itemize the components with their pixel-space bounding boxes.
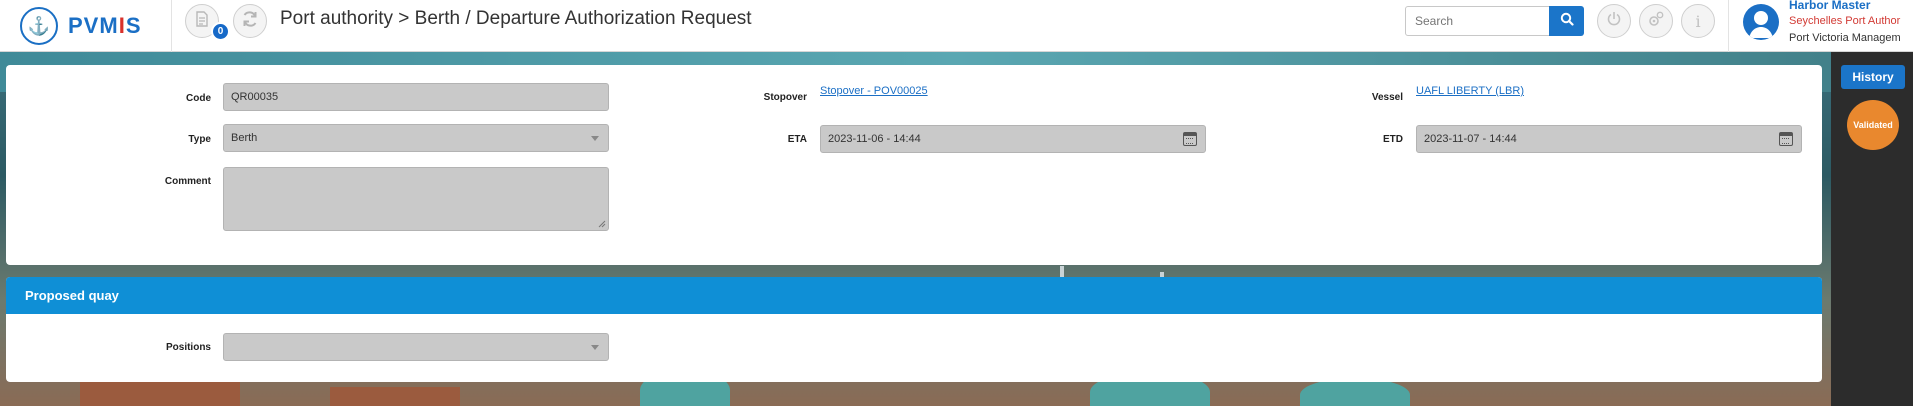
eta-label: ETA [787, 134, 807, 145]
code-label: Code [186, 93, 211, 104]
anchor-icon: ⚓ [20, 7, 58, 45]
stopover-link[interactable]: Stopover - POV00025 [820, 85, 928, 97]
type-label: Type [188, 134, 211, 145]
refresh-button[interactable] [233, 4, 267, 38]
app-name: PVMIS [68, 13, 142, 38]
chevron-down-icon [591, 345, 599, 350]
search-button[interactable] [1549, 6, 1584, 36]
calendar-icon[interactable] [1183, 132, 1197, 146]
proposed-quay-panel: Proposed quay Positions [6, 277, 1822, 382]
vessel-label: Vessel [1371, 92, 1403, 103]
etd-label: ETD [1383, 134, 1403, 145]
eta-value: 2023-11-06 - 14:44 [828, 133, 921, 145]
app-logo[interactable]: ⚓ PVMIS [0, 0, 172, 52]
logout-button[interactable] [1597, 4, 1631, 38]
comment-label: Comment [164, 176, 211, 187]
status-badge: Validated [1847, 100, 1899, 150]
user-organization: Seychelles Port Author [1789, 15, 1901, 27]
code-value: QR00035 [231, 91, 279, 103]
user-menu[interactable]: Harbor Master Seychelles Port Author Por… [1728, 0, 1913, 52]
positions-select[interactable] [223, 333, 609, 361]
page-title: Port authority > Berth / Departure Autho… [280, 8, 752, 29]
etd-datetime-field[interactable]: 2023-11-07 - 14:44 [1416, 125, 1802, 153]
type-value: Berth [231, 132, 258, 144]
power-icon [1606, 11, 1622, 32]
comment-textarea[interactable] [223, 167, 609, 231]
top-bar: ⚓ PVMIS 0 Port authority > Berth / Depar… [0, 0, 1913, 52]
refresh-icon [241, 10, 259, 33]
request-form-panel: Code QR00035 Type Berth Comment Stopover… [6, 65, 1822, 265]
user-unit: Port Victoria Managem [1789, 32, 1901, 44]
etd-value: 2023-11-07 - 14:44 [1424, 133, 1517, 145]
search-icon [1560, 12, 1574, 31]
vessel-link[interactable]: UAFL LIBERTY (LBR) [1416, 85, 1524, 97]
search-input[interactable] [1405, 6, 1550, 36]
chevron-down-icon [591, 136, 599, 141]
calendar-icon[interactable] [1779, 132, 1793, 146]
proposed-quay-header: Proposed quay [6, 277, 1822, 314]
stopover-label: Stopover [763, 92, 807, 103]
background-roof [330, 387, 460, 406]
positions-label: Positions [165, 342, 211, 353]
user-role: Harbor Master [1789, 0, 1871, 12]
settings-button[interactable] [1639, 4, 1673, 38]
gears-icon [1647, 10, 1665, 33]
info-button[interactable]: i [1681, 4, 1715, 38]
code-field[interactable]: QR00035 [223, 83, 609, 111]
info-icon: i [1695, 11, 1701, 31]
history-button[interactable]: History [1841, 65, 1905, 89]
background-roof [80, 382, 240, 406]
document-icon [195, 10, 209, 32]
background-tank [1300, 378, 1410, 406]
notification-badge: 0 [211, 22, 230, 41]
resize-handle-icon[interactable] [598, 220, 606, 228]
avatar [1743, 4, 1779, 40]
eta-datetime-field[interactable]: 2023-11-06 - 14:44 [820, 125, 1206, 153]
type-select[interactable]: Berth [223, 124, 609, 152]
